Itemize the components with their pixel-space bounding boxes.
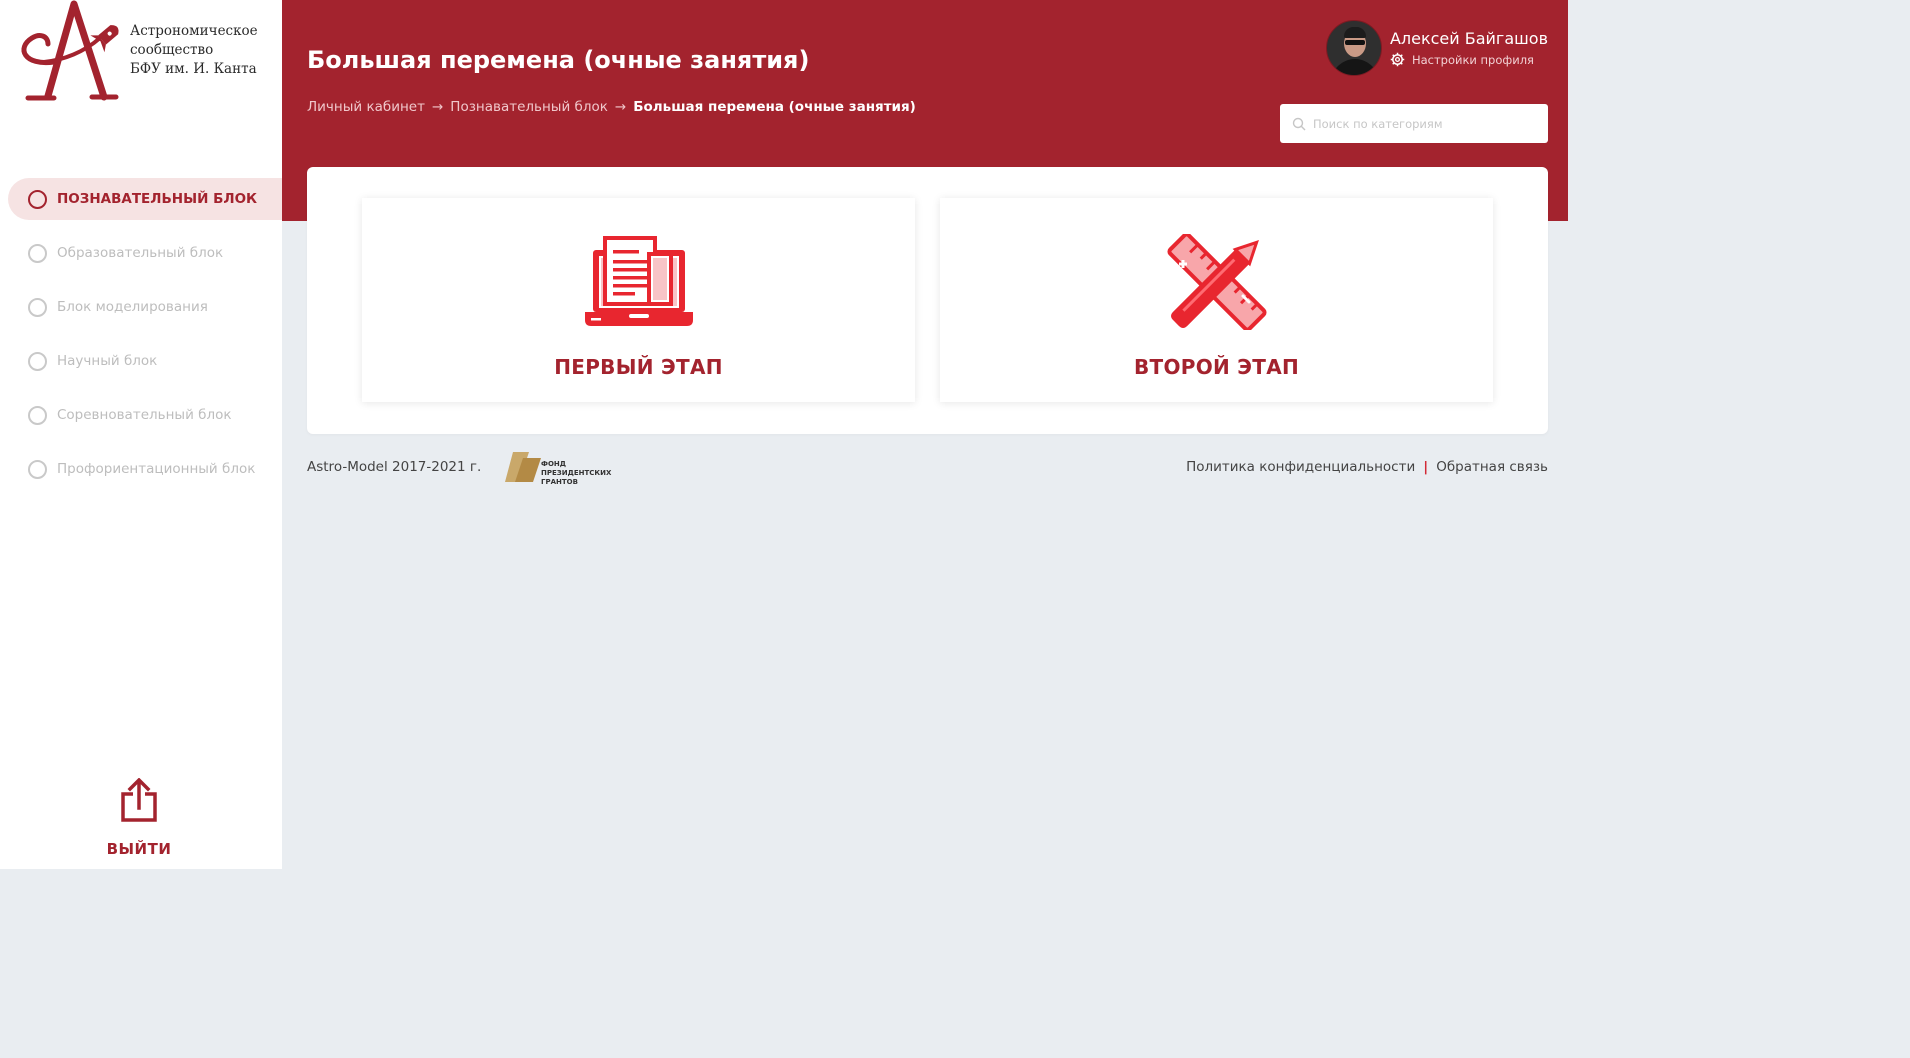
avatar-body [1330,59,1379,75]
search-input[interactable] [1313,116,1533,131]
stage-card-label: ПЕРВЫЙ ЭТАП [554,355,723,379]
feedback-link[interactable]: Обратная связь [1436,459,1548,475]
brand-line-1: Астрономическое [130,23,258,39]
footer-divider: | [1423,459,1429,475]
radio-unselected-icon [28,405,47,425]
astronomy-logo-icon [21,0,119,101]
fund-text: ФОНД ПРЕЗИДЕНТСКИХ ГРАНТОВ [541,460,611,487]
user-profile: Алексей Байгашов Настройки профиля [1325,20,1548,76]
footer-copyright: Astro-Model 2017-2021 г. [307,459,482,475]
sidebar-item-label: Научный блок [57,353,158,369]
profile-info: Алексей Байгашов Настройки профиля [1390,29,1548,67]
sidebar-item-cognitive-block[interactable]: ПОЗНАВАТЕЛЬНЫЙ БЛОК [8,178,282,220]
stages-panel: ПЕРВЫЙ ЭТАП ВТОРОЙ ЭТАП [307,167,1548,434]
profile-name: Алексей Байгашов [1389,29,1548,48]
profile-settings-link[interactable]: Настройки профиля [1390,52,1548,67]
sidebar-item-label: ПОЗНАВАТЕЛЬНЫЙ БЛОК [57,191,258,207]
page-title: Большая перемена (очные занятия) [307,46,810,74]
breadcrumb-link-cabinet[interactable]: Личный кабинет [307,99,425,115]
brand-line-2: сообщество [130,42,214,58]
laptop-document-icon [584,236,693,326]
sidebar-item-label: Профориентационный блок [57,461,256,477]
profile-settings-label: Настройки профиля [1411,52,1534,67]
grants-fund-emblem-icon [505,452,541,482]
presidential-grants-fund-logo[interactable]: ФОНД ПРЕЗИДЕНТСКИХ ГРАНТОВ [505,450,630,490]
sidebar-item-career-block[interactable]: Профориентационный блок [0,448,282,490]
search-icon [1292,117,1306,130]
breadcrumb: Личный кабинет → Познавательный блок → Б… [307,99,916,115]
sidebar-item-label: Образовательный блок [57,245,224,261]
gear-icon [1390,52,1405,67]
brand-text: Астрономическое сообщество БФУ им. И. Ка… [130,22,270,79]
breadcrumb-arrow-icon: → [614,99,627,115]
sidebar-item-modeling-block[interactable]: Блок моделирования [0,286,282,328]
sidebar-item-educational-block[interactable]: Образовательный блок [0,232,282,274]
brand-logo[interactable]: Астрономическое сообщество БФУ им. И. Ка… [14,0,274,105]
fund-line-3: ГРАНТОВ [541,478,578,486]
radio-unselected-icon [28,297,47,317]
fund-line-1: ФОНД [541,460,566,468]
ruler-pencil-icon [1166,234,1267,330]
avatar[interactable] [1325,20,1382,76]
sidebar-item-label: Соревновательный блок [57,407,232,423]
breadcrumb-arrow-icon: → [431,99,444,115]
footer-links: Политика конфиденциальности | Обратная с… [1186,459,1548,475]
stage-card-label: ВТОРОЙ ЭТАП [1133,355,1300,379]
logout-share-icon [121,777,157,822]
brand-line-3: БФУ им. И. Канта [130,61,257,77]
sidebar-item-competition-block[interactable]: Соревновательный блок [0,394,282,436]
breadcrumb-current: Большая перемена (очные занятия) [633,99,916,115]
search-box [1280,104,1548,143]
logout-button[interactable]: ВЫЙТИ [88,777,190,858]
sidebar-item-science-block[interactable]: Научный блок [0,340,282,382]
radio-selected-icon [28,189,47,209]
radio-unselected-icon [28,459,47,479]
radio-unselected-icon [28,351,47,371]
avatar-glasses [1344,40,1365,45]
sidebar-item-label: Блок моделирования [57,299,208,315]
radio-unselected-icon [28,243,47,263]
sidebar-nav: ПОЗНАВАТЕЛЬНЫЙ БЛОК Образовательный блок… [0,178,282,502]
privacy-policy-link[interactable]: Политика конфиденциальности [1186,459,1415,475]
breadcrumb-link-cognitive-block[interactable]: Познавательный блок [450,99,608,115]
logout-label: ВЫЙТИ [106,840,172,858]
fund-line-2: ПРЕЗИДЕНТСКИХ [541,469,612,477]
stage-card-second[interactable]: ВТОРОЙ ЭТАП [940,198,1493,402]
stage-card-first[interactable]: ПЕРВЫЙ ЭТАП [362,198,915,402]
avatar-hair [1343,27,1366,38]
sidebar: Астрономическое сообщество БФУ им. И. Ка… [0,0,282,869]
